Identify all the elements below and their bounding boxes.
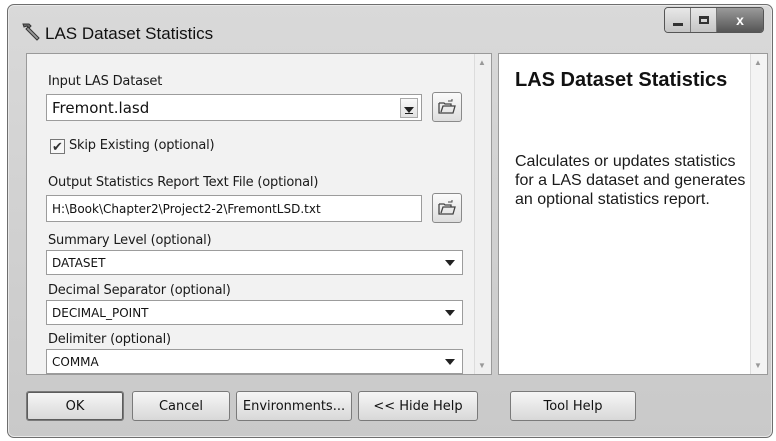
environments-button[interactable]: Environments... — [236, 391, 352, 421]
decimal-separator-label: Decimal Separator (optional) — [48, 283, 231, 298]
window-title: LAS Dataset Statistics — [45, 24, 214, 43]
folder-open-icon — [438, 200, 456, 215]
close-icon: x — [736, 12, 744, 28]
chevron-down-icon — [445, 358, 455, 365]
scroll-up-icon[interactable]: ▲ — [478, 58, 486, 67]
output-report-label: Output Statistics Report Text File (opti… — [48, 175, 319, 190]
chevron-down-icon — [445, 259, 455, 266]
input-dataset-value: Fremont.lasd — [52, 98, 150, 117]
input-dataset-label: Input LAS Dataset — [48, 74, 163, 89]
delimiter-label: Delimiter (optional) — [48, 332, 171, 347]
help-scrollbar[interactable]: ▲ ▼ — [750, 54, 767, 374]
scroll-down-icon[interactable]: ▼ — [754, 361, 762, 370]
help-title: LAS Dataset Statistics — [515, 69, 728, 91]
scroll-up-icon[interactable]: ▲ — [754, 58, 762, 67]
chevron-down-icon — [445, 309, 455, 316]
input-dataset-browse-button[interactable] — [432, 92, 462, 122]
decimal-separator-select[interactable]: DECIMAL_POINT — [46, 300, 463, 325]
parameters-panel: Input LAS Dataset Fremont.lasd ✔ Skip Ex… — [26, 53, 492, 375]
summary-level-value: DATASET — [52, 255, 106, 270]
summary-level-label: Summary Level (optional) — [48, 233, 212, 248]
summary-level-select[interactable]: DATASET — [46, 250, 463, 275]
scroll-down-icon[interactable]: ▼ — [478, 361, 486, 370]
dialog-window: LAS Dataset Statistics x Input LAS Datas… — [7, 4, 773, 438]
output-report-browse-button[interactable] — [432, 193, 462, 223]
minimize-icon — [672, 22, 683, 26]
output-report-input[interactable]: H:\Book\Chapter2\Project2-2\FremontLSD.t… — [46, 195, 422, 222]
output-report-value: H:\Book\Chapter2\Project2-2\FremontLSD.t… — [52, 201, 321, 216]
cancel-button[interactable]: Cancel — [132, 391, 230, 421]
decimal-separator-value: DECIMAL_POINT — [52, 305, 149, 320]
tool-help-button[interactable]: Tool Help — [510, 391, 636, 421]
help-panel: LAS Dataset Statistics Calculates or upd… — [498, 53, 768, 375]
checkmark-icon: ✔ — [52, 139, 63, 154]
input-dataset-dropdown-button[interactable] — [400, 98, 418, 118]
window-controls: x — [664, 7, 764, 33]
input-dataset-combo[interactable]: Fremont.lasd — [46, 94, 422, 121]
parameters-scrollbar[interactable]: ▲ ▼ — [474, 54, 491, 374]
maximize-icon — [698, 16, 709, 24]
hide-help-button[interactable]: << Hide Help — [358, 391, 478, 421]
ok-button[interactable]: OK — [26, 391, 124, 421]
title-bar[interactable]: LAS Dataset Statistics x — [8, 5, 772, 53]
help-description: Calculates or updates statistics for a L… — [515, 153, 746, 208]
delimiter-value: COMMA — [52, 354, 99, 369]
skip-existing-checkbox[interactable]: ✔ — [50, 139, 65, 154]
maximize-button[interactable] — [691, 8, 717, 32]
delimiter-select[interactable]: COMMA — [46, 349, 463, 374]
minimize-button[interactable] — [665, 8, 691, 32]
skip-existing-label[interactable]: Skip Existing (optional) — [69, 138, 215, 153]
hammer-icon — [22, 23, 40, 41]
folder-open-icon — [438, 99, 456, 114]
close-button[interactable]: x — [717, 8, 763, 32]
